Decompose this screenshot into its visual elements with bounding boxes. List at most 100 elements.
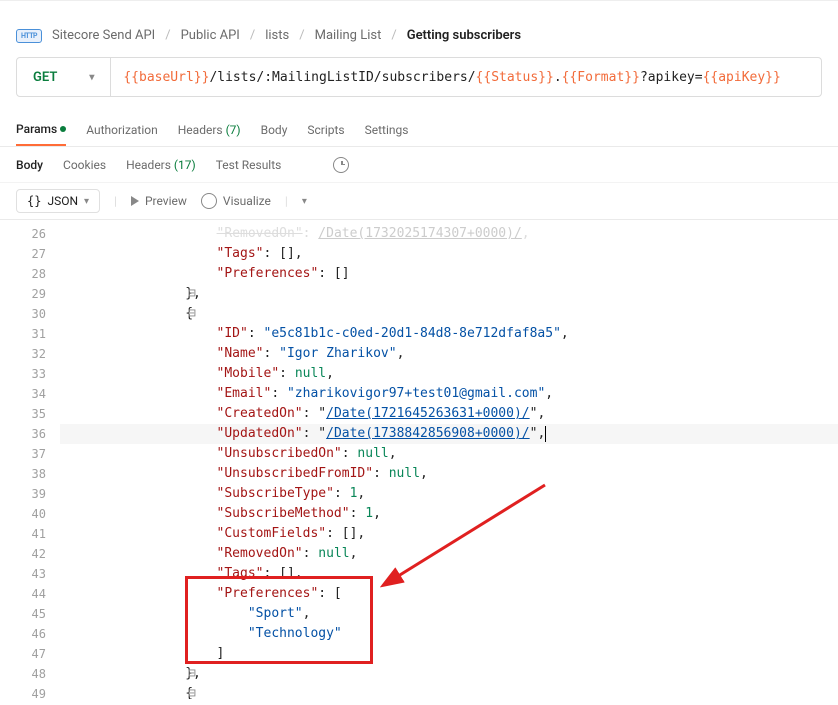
fold-marker: ⊟ (188, 304, 196, 324)
fold-marker: ⊟ (188, 284, 196, 304)
toolbar-label: Visualize (223, 194, 271, 208)
code-line: "CreatedOn": "/Date(1721645263631+0000)/… (60, 404, 838, 424)
code-lines: "RemovedOn": /Date(1732025174307+0000)/,… (60, 220, 838, 699)
tab-label: Headers (178, 123, 223, 137)
code-line: "SubscribeMethod": 1, (60, 504, 838, 524)
response-body[interactable]: 2627282930313233343536373839404142434445… (0, 219, 838, 699)
cursor (545, 426, 546, 442)
code-line: "UpdatedOn": "/Date(1738842856908+0000)/… (60, 424, 838, 444)
tab-headers[interactable]: Headers (7) (178, 115, 241, 145)
line-number: 41 (0, 524, 46, 544)
line-number: 47 (0, 644, 46, 664)
response-tabs: Body Cookies Headers (17) Test Results (0, 147, 838, 183)
faded-text: "RemovedOn" (217, 226, 303, 241)
line-number: 35 (0, 404, 46, 424)
line-number: 30 (0, 304, 46, 324)
code-line: "Technology" (60, 624, 838, 644)
http-badge-icon: HTTP (16, 29, 42, 43)
breadcrumb-separator-icon: / (391, 28, 396, 43)
tab-settings[interactable]: Settings (365, 115, 409, 145)
bc-item-3[interactable]: Mailing List (315, 28, 382, 43)
breadcrumb: HTTP Sitecore Send API / Public API / li… (0, 0, 838, 57)
braces-icon: {} (27, 194, 41, 208)
url-var: {{baseUrl}} (123, 70, 209, 85)
request-tabs: Params Authorization Headers (7) Body Sc… (0, 113, 838, 147)
subtab-count: (17) (174, 158, 196, 172)
line-number: 43 (0, 564, 46, 584)
line-number: 42 (0, 544, 46, 564)
history-icon[interactable] (333, 157, 349, 173)
code-line: },⊟ (60, 664, 838, 684)
tab-body[interactable]: Body (261, 115, 288, 145)
line-number: 36 (0, 424, 46, 444)
fold-marker: ⊟ (188, 664, 196, 684)
line-number: 33 (0, 364, 46, 384)
breadcrumb-separator-icon: / (299, 28, 304, 43)
code-line: "RemovedOn": /Date(1732025174307+0000)/, (60, 224, 838, 244)
code-line: {⊟ (60, 684, 838, 699)
bc-current: Getting subscribers (407, 28, 521, 43)
chevron-down-icon: ▾ (89, 72, 94, 83)
bc-item-0[interactable]: Sitecore Send API (52, 28, 155, 43)
code-line: "Mobile": null, (60, 364, 838, 384)
top-border (0, 0, 838, 1)
tab-scripts[interactable]: Scripts (307, 115, 344, 145)
code-line: "Preferences": [ (60, 584, 838, 604)
url-bar: GET ▾ {{baseUrl}} /lists/:MailingListID/… (16, 57, 822, 97)
subtab-test-results[interactable]: Test Results (216, 158, 282, 172)
code-line: "Email": "zharikovigor97+test01@gmail.co… (60, 384, 838, 404)
url-var: {{Status}} (476, 70, 554, 85)
preview-button[interactable]: Preview (131, 194, 187, 208)
line-number: 31 (0, 324, 46, 344)
line-gutter: 2627282930313233343536373839404142434445… (0, 220, 56, 699)
line-number: 34 (0, 384, 46, 404)
toolbar-label: Preview (145, 194, 187, 208)
bc-item-1[interactable]: Public API (181, 28, 240, 43)
code-line: "UnsubscribedFromID": null, (60, 464, 838, 484)
play-icon (131, 196, 139, 206)
line-number: 32 (0, 344, 46, 364)
line-number: 37 (0, 444, 46, 464)
breadcrumb-separator-icon: / (250, 28, 255, 43)
chevron-down-icon: ▾ (84, 196, 89, 207)
method-dropdown[interactable]: GET ▾ (17, 58, 111, 96)
tab-authorization[interactable]: Authorization (86, 115, 158, 145)
url-text: ?apikey= (640, 70, 703, 85)
bc-item-2[interactable]: lists (265, 28, 289, 43)
tab-label: Params (16, 122, 57, 136)
line-number: 45 (0, 604, 46, 624)
fold-marker: ⊟ (188, 684, 196, 699)
line-number: 28 (0, 264, 46, 284)
format-label: JSON (47, 194, 78, 208)
subtab-label: Headers (126, 158, 171, 172)
line-number: 39 (0, 484, 46, 504)
code-line: "SubscribeType": 1, (60, 484, 838, 504)
code-line: "Tags": [], (60, 244, 838, 264)
code-line: "Sport", (60, 604, 838, 624)
tab-params[interactable]: Params (16, 114, 66, 146)
url-var: {{Format}} (562, 70, 640, 85)
code-line: },⊟ (60, 284, 838, 304)
code-line: "UnsubscribedOn": null, (60, 444, 838, 464)
subtab-headers[interactable]: Headers (17) (126, 158, 196, 172)
active-dot-icon (60, 126, 66, 132)
chevron-down-icon[interactable]: ▾ (302, 196, 307, 207)
code-line: "Tags": [], (60, 564, 838, 584)
line-number: 27 (0, 244, 46, 264)
code-line: ] (60, 644, 838, 664)
format-dropdown[interactable]: {} JSON ▾ (16, 189, 100, 213)
line-number: 46 (0, 624, 46, 644)
code-line: "ID": "e5c81b1c-c0ed-20d1-84d8-8e712dfaf… (60, 324, 838, 344)
line-number: 49 (0, 684, 46, 699)
visualize-button[interactable]: Visualize (201, 193, 271, 209)
url-text: /lists/:MailingListID/subscribers/ (209, 70, 475, 85)
code-line: "Name": "Igor Zharikov", (60, 344, 838, 364)
code-line: "RemovedOn": null, (60, 544, 838, 564)
line-number: 26 (0, 224, 46, 244)
subtab-cookies[interactable]: Cookies (63, 158, 106, 172)
method-label: GET (33, 70, 57, 85)
visualize-icon (201, 193, 217, 209)
subtab-body[interactable]: Body (16, 158, 43, 172)
url-input[interactable]: {{baseUrl}} /lists/:MailingListID/subscr… (111, 58, 821, 96)
code-line: "Preferences": [] (60, 264, 838, 284)
